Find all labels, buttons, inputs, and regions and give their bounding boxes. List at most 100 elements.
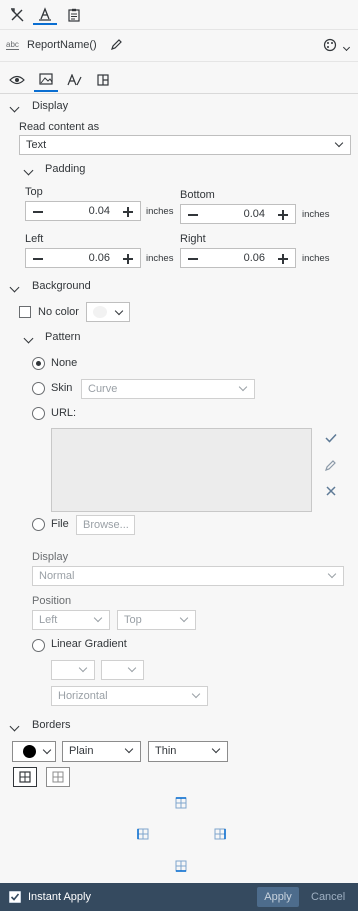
minus-icon[interactable] xyxy=(33,258,43,260)
pattern-heading: Pattern xyxy=(45,331,81,343)
padding-top-value[interactable]: 0.04 xyxy=(89,205,110,217)
left-border-icon[interactable] xyxy=(137,828,149,843)
edit-pencil-icon[interactable] xyxy=(325,459,337,474)
padding-left-label: Left xyxy=(25,233,44,245)
linear-gradient-label: Linear Gradient xyxy=(51,638,127,650)
text-format-icon[interactable] xyxy=(63,68,87,92)
border-width-select[interactable]: Thin xyxy=(148,741,228,762)
display-mode-select[interactable]: Normal xyxy=(32,566,344,586)
url-textarea[interactable] xyxy=(51,428,312,512)
border-style-select[interactable]: Plain xyxy=(62,741,141,762)
browse-button[interactable]: Browse... xyxy=(76,515,135,535)
read-content-select[interactable]: Text xyxy=(19,135,351,155)
padding-top-unit: inches xyxy=(146,206,174,217)
chevron-down-icon xyxy=(114,306,124,316)
cancel-button[interactable]: Cancel xyxy=(311,887,345,907)
position-vertical-value: Top xyxy=(124,614,142,626)
padding-right-label: Right xyxy=(180,233,206,245)
padding-right-unit: inches xyxy=(302,253,330,264)
checkmark-icon[interactable] xyxy=(325,433,337,446)
read-content-label: Read content as xyxy=(19,121,100,133)
view-icon[interactable] xyxy=(5,68,29,92)
minus-icon[interactable] xyxy=(33,211,43,213)
pattern-collapse-chevron-icon[interactable] xyxy=(23,333,34,345)
pattern-skin-label: Skin xyxy=(51,382,73,394)
position-vertical-select[interactable]: Top xyxy=(117,610,196,630)
minus-icon[interactable] xyxy=(188,258,198,260)
padding-left-unit: inches xyxy=(146,253,174,264)
gradient-direction-value: Horizontal xyxy=(58,690,108,702)
inner-borders-icon xyxy=(52,771,64,783)
padding-top-stepper[interactable]: 0.04 xyxy=(25,201,141,221)
no-color-checkbox[interactable] xyxy=(19,306,31,318)
background-collapse-chevron-icon[interactable] xyxy=(9,282,20,294)
pattern-skin-radio[interactable] xyxy=(32,382,45,395)
position-horizontal-value: Left xyxy=(39,614,58,626)
padding-bottom-stepper[interactable]: 0.04 xyxy=(180,204,296,224)
padding-collapse-chevron-icon[interactable] xyxy=(23,165,34,177)
right-border-icon[interactable] xyxy=(214,828,226,843)
close-icon[interactable] xyxy=(326,486,336,499)
position-horizontal-select[interactable]: Left xyxy=(32,610,110,630)
pattern-url-label: URL: xyxy=(51,407,77,419)
all-borders-icon xyxy=(19,771,31,783)
display-collapse-chevron-icon[interactable] xyxy=(9,102,20,114)
skin-value: Curve xyxy=(88,383,118,395)
pattern-file-radio[interactable] xyxy=(32,518,45,531)
padding-top-label: Top xyxy=(25,186,43,198)
checkmark-icon xyxy=(10,893,20,901)
skin-select[interactable]: Curve xyxy=(81,379,255,399)
padding-bottom-value[interactable]: 0.04 xyxy=(244,208,265,220)
pattern-none-radio[interactable] xyxy=(32,357,45,370)
display-mode-value: Normal xyxy=(39,570,75,582)
panel-tabs xyxy=(0,62,358,94)
element-name: ReportName() xyxy=(27,39,97,51)
all-borders-button[interactable] xyxy=(13,767,37,787)
display-mode-label: Display xyxy=(32,551,69,563)
gradient-end-color-select[interactable] xyxy=(101,660,144,680)
color-swatch xyxy=(93,306,107,318)
chevron-down-icon xyxy=(42,745,52,755)
border-width-value: Thin xyxy=(155,745,177,757)
padding-right-value[interactable]: 0.06 xyxy=(244,252,265,264)
chevron-down-icon[interactable] xyxy=(342,41,351,53)
pattern-url-radio[interactable] xyxy=(32,407,45,420)
pattern-file-label: File xyxy=(51,518,69,530)
apply-button[interactable]: Apply xyxy=(257,887,299,907)
no-borders-button[interactable] xyxy=(46,767,70,787)
padding-heading: Padding xyxy=(45,163,86,175)
padding-left-stepper[interactable]: 0.06 xyxy=(25,248,141,268)
instant-apply-checkbox[interactable] xyxy=(9,891,21,903)
border-style-value: Plain xyxy=(69,745,94,757)
background-heading: Background xyxy=(32,280,91,292)
padding-left-value[interactable]: 0.06 xyxy=(89,252,110,264)
gradient-start-color-select[interactable] xyxy=(51,660,95,680)
padding-bottom-label: Bottom xyxy=(180,189,215,201)
color-swatch xyxy=(23,745,36,758)
bottom-border-icon[interactable] xyxy=(175,860,187,875)
footer-bar: Instant Apply Apply Cancel xyxy=(0,883,358,911)
gradient-direction-select[interactable]: Horizontal xyxy=(51,686,208,706)
borders-collapse-chevron-icon[interactable] xyxy=(9,721,20,733)
padding-right-stepper[interactable]: 0.06 xyxy=(180,248,296,268)
minus-icon[interactable] xyxy=(188,214,198,216)
no-color-label: No color xyxy=(38,306,79,318)
linear-gradient-radio[interactable] xyxy=(32,639,45,652)
border-color-picker[interactable] xyxy=(12,741,56,762)
top-toolbar xyxy=(0,0,358,30)
position-label: Position xyxy=(32,595,72,607)
format-brush-icon[interactable] xyxy=(33,5,57,25)
image-icon[interactable] xyxy=(34,68,58,92)
edit-pencil-icon[interactable] xyxy=(110,38,123,54)
top-border-icon[interactable] xyxy=(175,797,187,812)
palette-icon[interactable] xyxy=(323,38,337,55)
display-heading: Display xyxy=(32,100,69,112)
pattern-none-label: None xyxy=(51,357,78,369)
borders-heading: Borders xyxy=(32,719,71,731)
clipboard-icon[interactable] xyxy=(62,5,86,25)
background-color-picker[interactable] xyxy=(86,302,130,322)
name-bar: abc ReportName() xyxy=(0,30,358,62)
type-badge: abc xyxy=(6,40,19,50)
layout-icon[interactable] xyxy=(91,68,115,92)
tools-icon[interactable] xyxy=(5,5,29,25)
